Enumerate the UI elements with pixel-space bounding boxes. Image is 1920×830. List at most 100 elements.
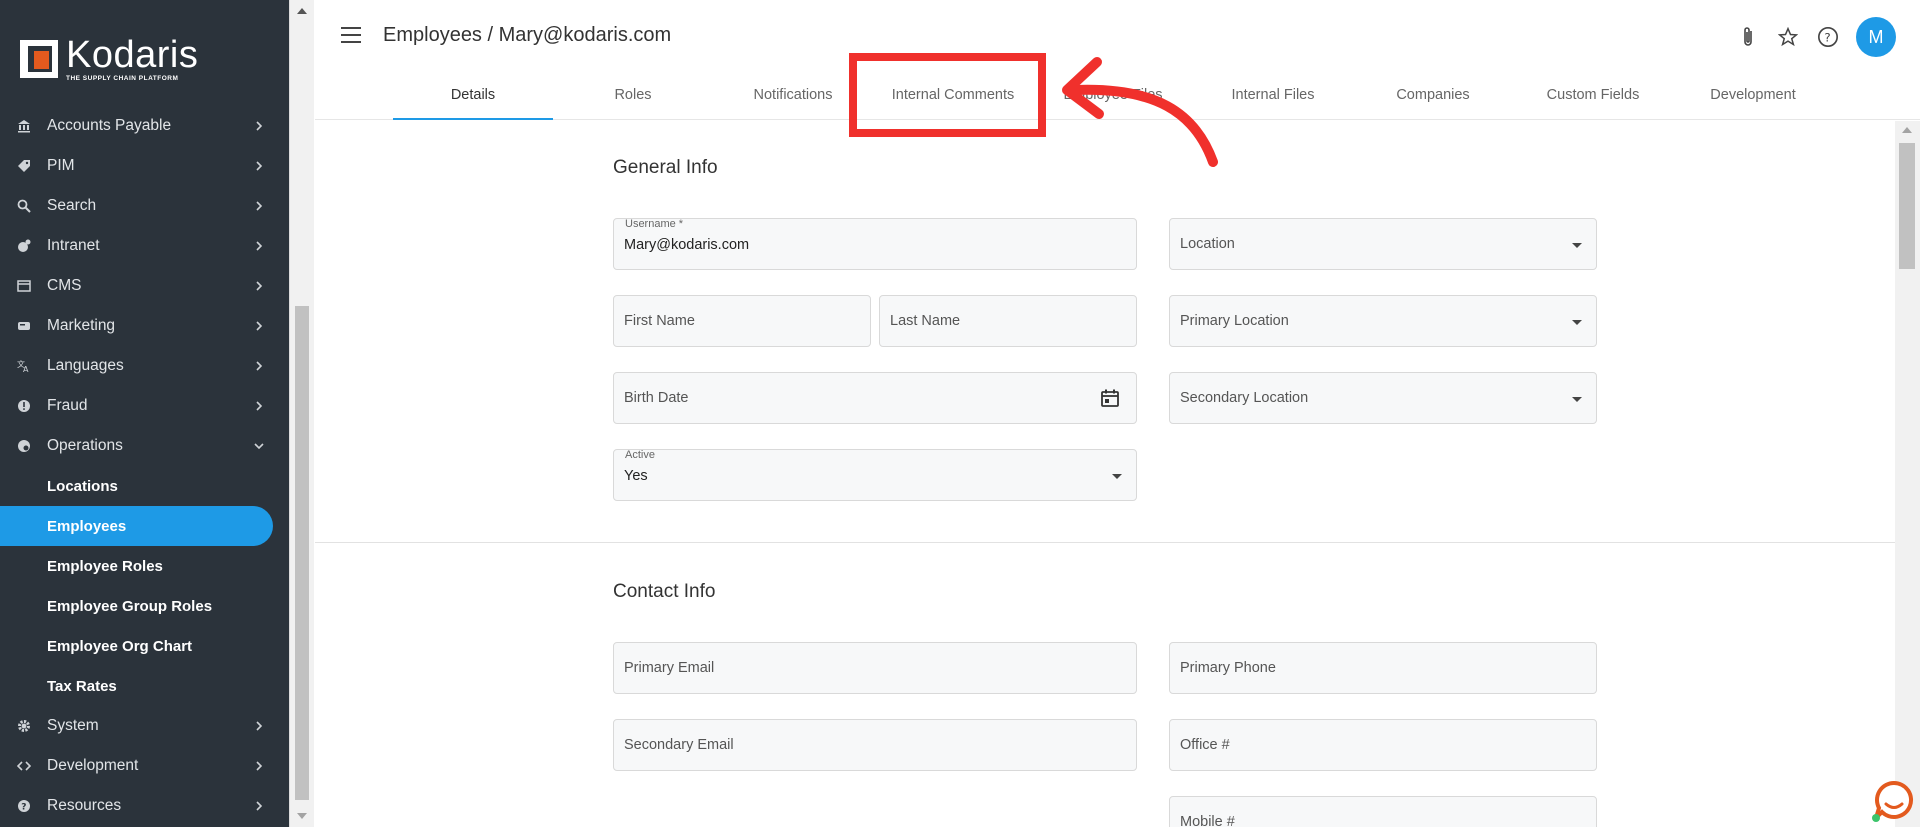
- tab-roles[interactable]: Roles: [553, 75, 713, 155]
- tag-icon: [16, 158, 32, 174]
- secondary-location-placeholder: Secondary Location: [1180, 390, 1309, 406]
- sidebar-item-system[interactable]: System: [0, 706, 273, 746]
- content-scrollbar[interactable]: [1895, 121, 1920, 827]
- svg-text:?: ?: [21, 803, 26, 813]
- translate-icon: 文A: [16, 358, 32, 374]
- sidebar-nav: Accounts Payable PIM Search Intranet CMS…: [0, 106, 273, 826]
- main-area: Employees / Mary@kodaris.com ? M Details…: [315, 0, 1920, 827]
- chevron-right-icon: [256, 361, 263, 371]
- primary-location-select[interactable]: Primary Location: [1169, 295, 1597, 347]
- sidebar-subitem-employee-roles[interactable]: Employee Roles: [0, 546, 273, 586]
- chevron-right-icon: [256, 321, 263, 331]
- content-scrollbar-thumb[interactable]: [1899, 143, 1915, 269]
- sidebar-scrollbar-thumb[interactable]: [295, 306, 309, 800]
- code-icon: [16, 758, 32, 774]
- tab-custom-fields[interactable]: Custom Fields: [1513, 78, 1673, 120]
- tab-details[interactable]: Details: [393, 78, 553, 120]
- sidebar-subitem-employees[interactable]: Employees: [0, 506, 273, 546]
- tab-development[interactable]: Development: [1673, 78, 1833, 120]
- help-icon[interactable]: ?: [1808, 17, 1848, 57]
- marketing-icon: [16, 318, 32, 334]
- chevron-right-icon: [256, 121, 263, 131]
- sidebar-item-operations[interactable]: Operations: [0, 426, 273, 466]
- birth-date-placeholder: Birth Date: [624, 390, 689, 406]
- sidebar: Kodaris THE SUPPLY CHAIN PLATFORM Accoun…: [0, 0, 289, 827]
- sidebar-item-label: PIM: [47, 157, 75, 174]
- birth-date-field[interactable]: Birth Date: [613, 372, 1137, 424]
- sidebar-item-development[interactable]: Development: [0, 746, 273, 786]
- sidebar-item-marketing[interactable]: Marketing: [0, 306, 273, 346]
- username-field[interactable]: Username * Mary@kodaris.com: [613, 218, 1137, 270]
- general-info-title: General Info: [613, 157, 718, 178]
- operations-icon: [16, 438, 32, 454]
- dropdown-arrow-icon: [1572, 320, 1582, 325]
- sidebar-item-pim[interactable]: PIM: [0, 146, 273, 186]
- sidebar-item-cms[interactable]: CMS: [0, 266, 273, 306]
- top-actions: ? M: [1728, 17, 1896, 57]
- sidebar-item-accounts-payable[interactable]: Accounts Payable: [0, 106, 273, 146]
- content-area: General Info Username * Mary@kodaris.com…: [315, 121, 1895, 827]
- first-name-field[interactable]: First Name: [613, 295, 871, 347]
- mobile-number-field[interactable]: Mobile #: [1169, 796, 1597, 827]
- primary-location-placeholder: Primary Location: [1180, 313, 1289, 329]
- chevron-right-icon: [256, 241, 263, 251]
- sidebar-item-languages[interactable]: 文A Languages: [0, 346, 273, 386]
- attachment-icon[interactable]: [1728, 17, 1768, 57]
- primary-phone-field[interactable]: Primary Phone: [1169, 642, 1597, 694]
- highlight-box: [849, 53, 1046, 137]
- gear-icon: [16, 718, 32, 734]
- mobile-number-placeholder: Mobile #: [1180, 814, 1235, 827]
- sidebar-subitem-employee-group-roles[interactable]: Employee Group Roles: [0, 586, 273, 626]
- kodaris-logo-icon: [20, 40, 58, 78]
- scroll-up-arrow-icon[interactable]: [297, 8, 307, 14]
- tab-companies[interactable]: Companies: [1353, 78, 1513, 120]
- secondary-location-select[interactable]: Secondary Location: [1169, 372, 1597, 424]
- sidebar-item-search[interactable]: Search: [0, 186, 273, 226]
- last-name-field[interactable]: Last Name: [879, 295, 1137, 347]
- cms-icon: [16, 278, 32, 294]
- star-icon[interactable]: [1768, 17, 1808, 57]
- dropdown-arrow-icon: [1572, 243, 1582, 248]
- contact-info-title: Contact Info: [613, 581, 716, 602]
- active-label: Active: [625, 449, 655, 461]
- tab-label: Roles: [614, 87, 652, 103]
- sidebar-subitem-tax-rates[interactable]: Tax Rates: [0, 666, 273, 706]
- username-value: Mary@kodaris.com: [624, 237, 750, 253]
- dropdown-arrow-icon: [1112, 474, 1122, 479]
- location-select[interactable]: Location: [1169, 218, 1597, 270]
- chevron-right-icon: [256, 721, 263, 731]
- kodaris-logo[interactable]: Kodaris THE SUPPLY CHAIN PLATFORM: [18, 36, 198, 82]
- logo-name: Kodaris: [66, 34, 199, 76]
- avatar[interactable]: M: [1856, 17, 1896, 57]
- scroll-up-arrow-icon[interactable]: [1902, 127, 1912, 133]
- calendar-icon[interactable]: [1100, 388, 1120, 408]
- chat-widget-icon[interactable]: [1870, 777, 1918, 825]
- first-name-placeholder: First Name: [624, 313, 695, 329]
- primary-email-placeholder: Primary Email: [624, 660, 715, 676]
- sidebar-subitem-locations[interactable]: Locations: [0, 466, 273, 506]
- sidebar-item-label: Resources: [47, 797, 122, 814]
- office-number-field[interactable]: Office #: [1169, 719, 1597, 771]
- sidebar-item-label: Development: [47, 757, 139, 774]
- chevron-right-icon: [256, 761, 263, 771]
- sidebar-item-label: CMS: [47, 277, 82, 294]
- sidebar-scrollbar[interactable]: [289, 0, 314, 827]
- secondary-email-field[interactable]: Secondary Email: [613, 719, 1137, 771]
- chevron-right-icon: [256, 801, 263, 811]
- sidebar-item-label: System: [47, 717, 99, 734]
- sidebar-item-fraud[interactable]: Fraud: [0, 386, 273, 426]
- active-select[interactable]: Active Yes: [613, 449, 1137, 501]
- section-divider: [315, 542, 1895, 543]
- help-icon: ?: [16, 798, 32, 814]
- chevron-right-icon: [256, 281, 263, 291]
- menu-icon[interactable]: [341, 27, 361, 43]
- sidebar-subitem-employee-org-chart[interactable]: Employee Org Chart: [0, 626, 273, 666]
- sidebar-item-label: Operations: [47, 437, 123, 454]
- primary-email-field[interactable]: Primary Email: [613, 642, 1137, 694]
- active-value: Yes: [624, 468, 648, 484]
- sidebar-item-label: Accounts Payable: [47, 117, 172, 134]
- sidebar-item-resources[interactable]: ? Resources: [0, 786, 273, 826]
- sidebar-item-intranet[interactable]: Intranet: [0, 226, 273, 266]
- scroll-down-arrow-icon[interactable]: [297, 813, 307, 819]
- sidebar-item-label: Fraud: [47, 397, 88, 414]
